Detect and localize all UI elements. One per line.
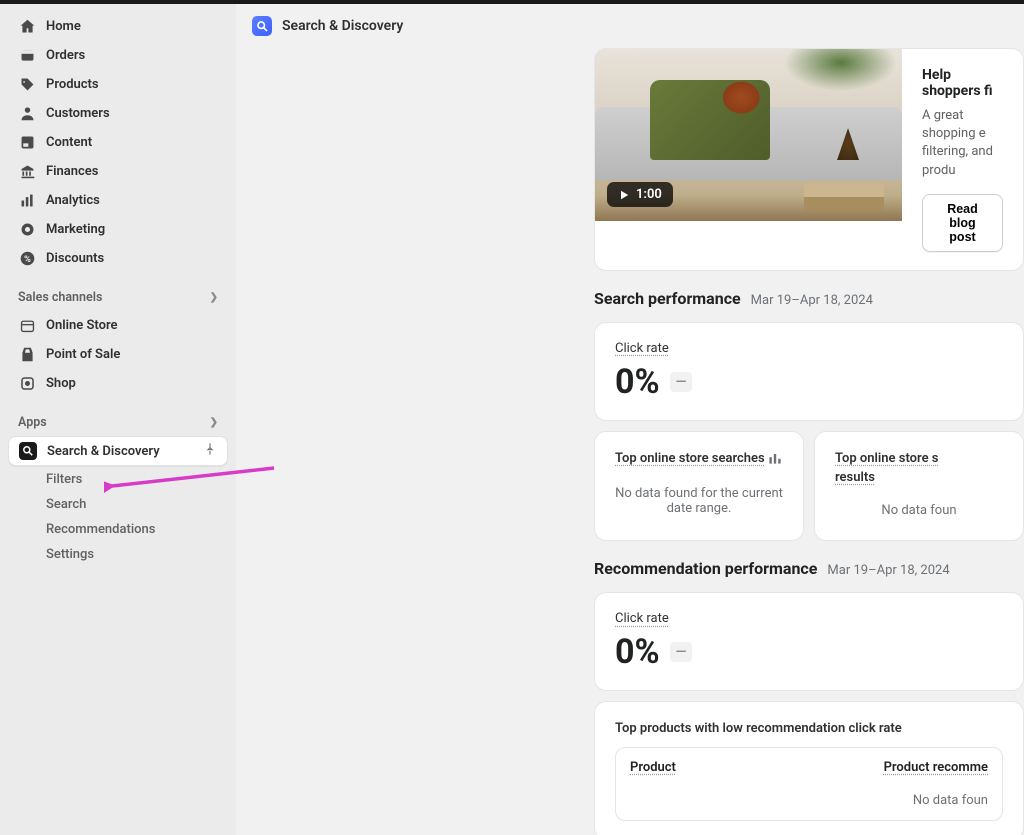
low-rec-title: Top products with low recommendation cli… — [615, 720, 1003, 739]
analytics-icon — [18, 191, 36, 209]
content-icon — [18, 133, 36, 151]
person-icon — [18, 104, 36, 122]
pin-icon[interactable] — [203, 442, 217, 460]
pos-icon — [18, 345, 36, 363]
top-searches-title: Top online store searches — [615, 450, 765, 469]
nav-label: Orders — [46, 48, 85, 63]
section-title: Search performance — [594, 289, 741, 308]
tag-icon — [18, 75, 36, 93]
subnav-filters[interactable]: Filters — [8, 467, 228, 492]
nav-label: Analytics — [46, 193, 100, 208]
main-content: Search & Discovery 1:00 — [236, 4, 1024, 835]
discount-icon: % — [18, 249, 36, 267]
no-data-message: No data found for the current date range… — [615, 470, 783, 520]
main-header: Search & Discovery — [236, 4, 1024, 48]
hero-card: 1:00 Help shoppers fi A great shopping e… — [594, 48, 1024, 271]
nav-content[interactable]: Content — [8, 128, 228, 156]
page-title: Search & Discovery — [282, 18, 403, 34]
hero-title: Help shoppers fi — [922, 67, 1003, 99]
nav-label: Customers — [46, 106, 110, 121]
subnav-search[interactable]: Search — [8, 492, 228, 517]
click-rate-value: 0% — [615, 362, 660, 402]
chevron-right-icon: ❯ — [210, 292, 218, 303]
nav-label: Home — [46, 19, 81, 34]
home-icon — [18, 17, 36, 35]
orders-icon — [18, 46, 36, 64]
finances-icon — [18, 162, 36, 180]
hero-description: A great shopping e filtering, and produ — [922, 107, 1003, 180]
product-table: Product Product recomme No data foun — [615, 747, 1003, 821]
video-duration-badge: 1:00 — [607, 182, 673, 207]
app-search-icon — [252, 16, 272, 36]
click-rate-delta: — — [670, 642, 693, 662]
hero-video[interactable]: 1:00 — [595, 49, 902, 221]
nav-home[interactable]: Home — [8, 12, 228, 40]
nav-label: Search & Discovery — [47, 444, 160, 459]
nav-analytics[interactable]: Analytics — [8, 186, 228, 214]
nav-label: Content — [46, 135, 92, 150]
marketing-icon — [18, 220, 36, 238]
click-rate-value: 0% — [615, 632, 660, 672]
search-click-rate-card: Click rate 0% — — [594, 322, 1024, 421]
col-product: Product — [630, 760, 676, 775]
low-rec-products-card: Top products with low recommendation cli… — [594, 701, 1024, 835]
read-blog-post-button[interactable]: Read blog post — [922, 194, 1003, 252]
nav-label: Discounts — [46, 251, 104, 266]
channel-pos[interactable]: Point of Sale — [8, 340, 228, 368]
top-no-results-title: Top online store s results — [835, 450, 938, 488]
sidebar: Home Orders Products Customers Content — [0, 4, 236, 835]
nav-marketing[interactable]: Marketing — [8, 215, 228, 243]
bar-chart-icon[interactable] — [767, 450, 783, 470]
subnav-recommendations[interactable]: Recommendations — [8, 517, 228, 542]
recommendation-performance-heading: Recommendation performance Mar 19–Apr 18… — [594, 559, 1024, 578]
nav-label: Products — [46, 77, 99, 92]
svg-text:%: % — [24, 253, 31, 264]
nav-label: Online Store — [46, 318, 118, 333]
search-performance-heading: Search performance Mar 19–Apr 18, 2024 — [594, 289, 1024, 308]
nav-discounts[interactable]: % Discounts — [8, 244, 228, 272]
channel-online-store[interactable]: Online Store — [8, 311, 228, 339]
apps-header[interactable]: Apps ❯ — [8, 409, 228, 436]
col-recommendations: Product recomme — [884, 760, 988, 775]
nav-orders[interactable]: Orders — [8, 41, 228, 69]
app-search-discovery[interactable]: Search & Discovery — [8, 436, 228, 466]
click-rate-label: Click rate — [615, 341, 1003, 356]
nav-finances[interactable]: Finances — [8, 157, 228, 185]
no-data-message: No data foun — [835, 487, 1003, 522]
nav-label: Marketing — [46, 222, 105, 237]
section-date-range: Mar 19–Apr 18, 2024 — [827, 563, 949, 578]
section-label: Sales channels — [18, 290, 102, 305]
nav-products[interactable]: Products — [8, 70, 228, 98]
click-rate-delta: — — [670, 372, 693, 392]
nav-label: Shop — [46, 376, 76, 391]
nav-label: Finances — [46, 164, 99, 179]
video-duration: 1:00 — [636, 187, 662, 202]
click-rate-label: Click rate — [615, 611, 1003, 626]
search-discovery-icon — [19, 442, 37, 460]
nav-label: Point of Sale — [46, 347, 120, 362]
no-data-message: No data foun — [616, 785, 1002, 820]
sales-channels-header[interactable]: Sales channels ❯ — [8, 284, 228, 311]
chevron-right-icon: ❯ — [210, 417, 218, 428]
top-searches-no-results-card: Top online store s results No data foun — [814, 431, 1024, 542]
top-searches-card: Top online store searches No data found … — [594, 431, 804, 542]
section-date-range: Mar 19–Apr 18, 2024 — [751, 293, 873, 308]
shop-icon — [18, 374, 36, 392]
play-icon — [618, 189, 630, 201]
rec-click-rate-card: Click rate 0% — — [594, 592, 1024, 691]
section-label: Apps — [18, 415, 47, 430]
section-title: Recommendation performance — [594, 559, 817, 578]
nav-customers[interactable]: Customers — [8, 99, 228, 127]
subnav-settings[interactable]: Settings — [8, 542, 228, 567]
store-icon — [18, 316, 36, 334]
channel-shop[interactable]: Shop — [8, 369, 228, 397]
